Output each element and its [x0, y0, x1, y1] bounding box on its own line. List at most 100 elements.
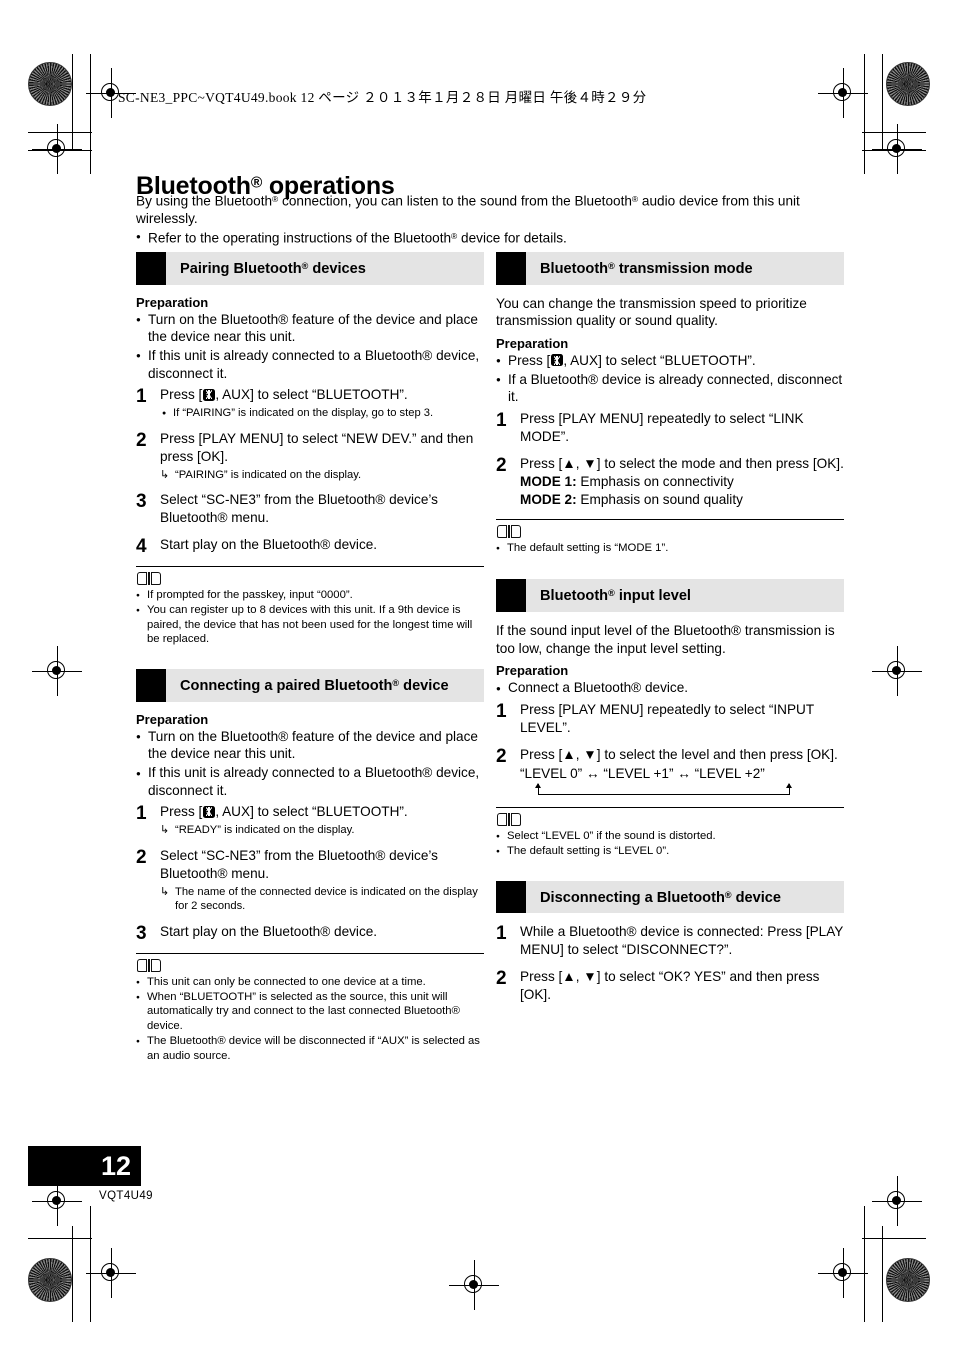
step-text-b: , AUX] to select “BLUETOOTH”.	[215, 387, 408, 403]
step-item: 1 Press [PLAY MENU] repeatedly to select…	[496, 701, 844, 737]
step-body: Start play on the Bluetooth® device.	[160, 923, 484, 943]
list-item: The default setting is “LEVEL 0”.	[496, 844, 844, 859]
book-file-header: SC-NE3_PPC~VQT4U49.book 12 ページ ２０１３年１月２８…	[118, 90, 647, 105]
step-text: Press [, AUX] to select “BLUETOOTH”.	[160, 803, 484, 821]
registration-crosshair-left-middle	[32, 646, 82, 696]
section-heading-text-a: Bluetooth	[540, 260, 609, 277]
list-item: You can register up to 8 devices with th…	[136, 603, 484, 647]
step-number: 1	[496, 700, 507, 722]
list-item: Connect a Bluetooth® device.	[496, 679, 844, 698]
step-item: 2 Press [PLAY MENU] to select “NEW DEV.”…	[136, 430, 484, 483]
registration-crosshair-bottom-right-outer	[818, 1248, 868, 1298]
step-text: Start play on the Bluetooth® device.	[160, 537, 378, 553]
step-item: 3 Select “SC-NE3” from the Bluetooth® de…	[136, 491, 484, 527]
transmission-notes: The default setting is “MODE 1”.	[496, 518, 844, 555]
step-item: 1 While a Bluetooth® device is connected…	[496, 923, 844, 959]
step-number: 2	[496, 968, 507, 990]
input-level-intro: If the sound input level of the Bluetoot…	[496, 623, 835, 656]
step-number: 3	[136, 922, 147, 944]
step-item: 1 Press [PLAY MENU] repeatedly to select…	[496, 410, 844, 446]
step-item: 2 Press [▲, ▼] to select “OK? YES” and t…	[496, 968, 844, 1004]
input-level-note-list: Select “LEVEL 0” if the sound is distort…	[496, 829, 844, 859]
crop-line-top-right-v2	[864, 54, 866, 174]
step-result-note: “READY” is indicated on the display.	[160, 823, 484, 838]
intro-bullet-list: Refer to the operating instructions of t…	[136, 227, 836, 247]
mode-1-label: MODE 1:	[520, 473, 577, 489]
crop-line-top-left-v1	[72, 54, 74, 150]
step-result-note: “PAIRING” is indicated on the display.	[160, 468, 484, 483]
pairing-note-list: If prompted for the passkey, input “0000…	[136, 588, 484, 647]
section-heading-text-a: Bluetooth	[540, 588, 609, 605]
section-tab-marker	[496, 252, 526, 285]
section-header-pairing-label: Pairing Bluetooth® devices	[166, 252, 484, 285]
step-text: Select “SC-NE3” from the Bluetooth® devi…	[160, 492, 438, 526]
step-subnote: If “PAIRING” is indicated on the display…	[160, 406, 484, 421]
input-level-loop-arrow	[535, 782, 793, 797]
intro-bullet-text-b: device for details.	[457, 230, 567, 246]
crop-line-top-right-h2	[862, 150, 926, 152]
section-header-input-level-label: Bluetooth® input level	[526, 579, 844, 612]
step-number: 1	[496, 923, 507, 945]
step-number: 4	[136, 536, 147, 558]
registered-trademark-symbol: ®	[724, 889, 732, 900]
intro-text-b: connection, you can listen to the sound …	[278, 193, 632, 209]
mode-2-description: Emphasis on sound quality	[576, 491, 743, 507]
input-level-preparation-list: Connect a Bluetooth® device.	[496, 679, 844, 698]
section-header-pairing: Pairing Bluetooth® devices	[136, 252, 484, 285]
section-heading-text-b: input level	[614, 588, 691, 605]
step-text: Press [▲, ▼] to select “OK? YES” and the…	[520, 969, 820, 1003]
list-item: If this unit is already connected to a B…	[136, 346, 484, 382]
crop-line-bottom-left-v1	[72, 1226, 74, 1322]
step-body: Press [PLAY MENU] repeatedly to select “…	[520, 410, 844, 446]
step-text: Start play on the Bluetooth® device.	[160, 923, 378, 939]
mode-2-label: MODE 2:	[520, 491, 577, 507]
step-text-b: , AUX] to select “BLUETOOTH”.	[215, 804, 408, 820]
note-book-icon	[137, 572, 161, 586]
registered-trademark-symbol: ®	[250, 174, 263, 192]
note-book-icon	[137, 958, 161, 972]
right-column: Bluetooth® transmission mode You can cha…	[496, 252, 844, 1013]
step-body: Press [▲, ▼] to select the level and the…	[520, 746, 844, 797]
section-heading-text-b: device	[399, 677, 449, 694]
step-item: 3 Start play on the Bluetooth® device.	[136, 923, 484, 943]
registration-crosshair-right-middle	[872, 646, 922, 696]
intro-paragraph: By using the Bluetooth® connection, you …	[136, 191, 836, 228]
prep-text-b: , AUX] to select “BLUETOOTH”.	[563, 352, 756, 368]
section-tab-marker	[496, 579, 526, 613]
crop-line-bottom-right-v1	[882, 1226, 884, 1322]
starburst-mark-bottom-right	[886, 1258, 930, 1302]
step-number: 2	[496, 745, 507, 767]
input-level-cycle-diagram: “LEVEL 0” ↔ “LEVEL +1” ↔ “LEVEL +2”	[520, 765, 844, 797]
registration-crosshair-bottom-center	[449, 1260, 499, 1310]
registration-crosshair-right-lower	[872, 1176, 922, 1226]
step-item: 1 Press [, AUX] to select “BLUETOOTH”. I…	[136, 386, 484, 421]
divider	[136, 566, 484, 568]
page-number-badge: 12	[28, 1146, 141, 1186]
preparation-label: Preparation	[136, 711, 209, 727]
step-text: Press [PLAY MENU] repeatedly to select “…	[520, 701, 814, 735]
step-number: 2	[136, 429, 147, 451]
divider	[496, 806, 844, 808]
mode-1-description: Emphasis on connectivity	[576, 473, 734, 489]
registered-trademark-symbol: ®	[608, 588, 615, 599]
section-heading-text-b: device	[731, 889, 782, 906]
step-body: Select “SC-NE3” from the Bluetooth® devi…	[160, 847, 484, 914]
left-column: Pairing Bluetooth® devices Preparation T…	[136, 252, 484, 1064]
step-text: Press [ , AUX] to select “BLUETOOTH”.	[160, 386, 484, 404]
mode-2-line: MODE 2: Emphasis on sound quality	[520, 491, 844, 509]
list-item: If this unit is already connected to a B…	[136, 764, 484, 799]
section-header-connecting: Connecting a paired Bluetooth® device	[136, 669, 484, 702]
input-level-cycle-text: “LEVEL 0” ↔ “LEVEL +1” ↔ “LEVEL +2”	[520, 765, 765, 781]
step-text-a: Press [	[160, 387, 203, 403]
starburst-mark-bottom-left	[28, 1258, 72, 1302]
preparation-label: Preparation	[496, 663, 569, 679]
registration-crosshair-left-upper	[32, 124, 82, 174]
list-item: Turn on the Bluetooth® feature of the de…	[136, 727, 484, 763]
list-item: Press [, AUX] to select “BLUETOOTH”.	[496, 351, 844, 370]
connecting-note-list: This unit can only be connected to one d…	[136, 975, 484, 1064]
step-item: 2 Select “SC-NE3” from the Bluetooth® de…	[136, 847, 484, 914]
step-text: Select “SC-NE3” from the Bluetooth® devi…	[160, 847, 438, 881]
step-item: 4 Start play on the Bluetooth® device.	[136, 536, 484, 556]
connecting-preparation-list: Turn on the Bluetooth® feature of the de…	[136, 727, 484, 799]
registration-crosshair-left-lower	[32, 1176, 82, 1226]
